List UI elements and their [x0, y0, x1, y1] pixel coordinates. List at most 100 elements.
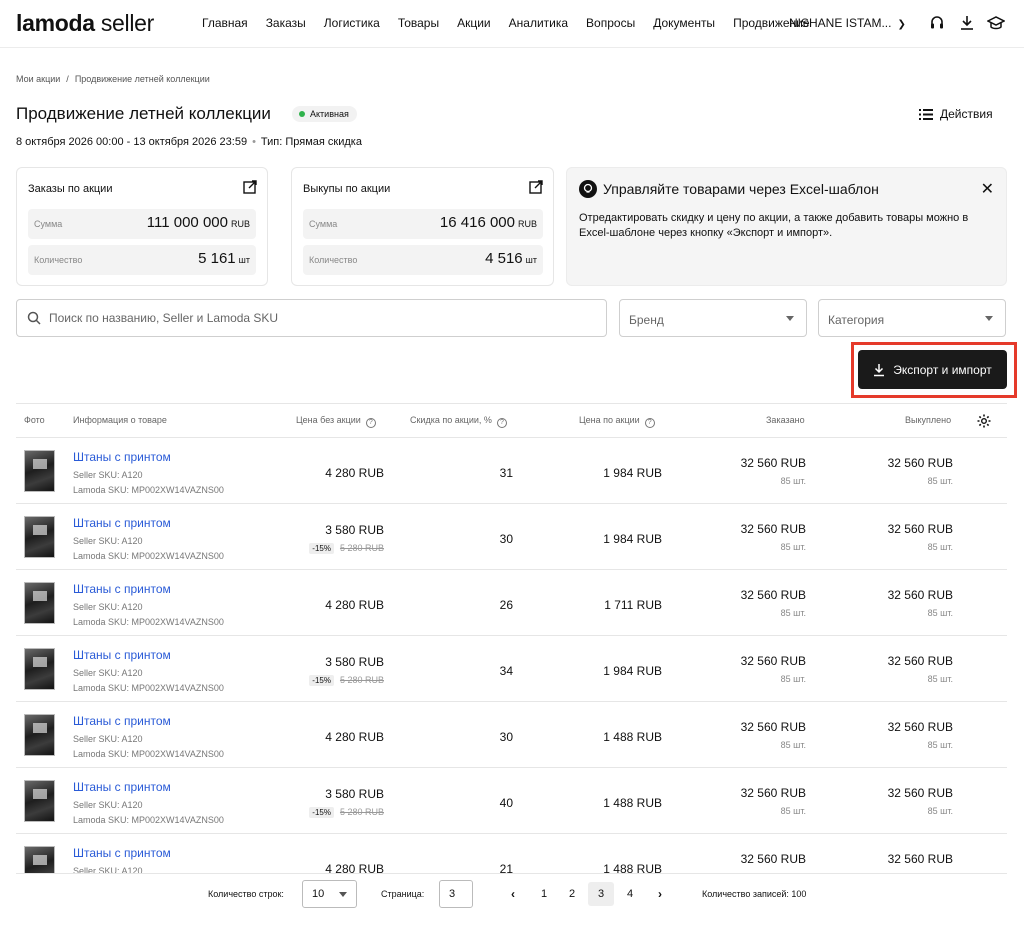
- product-photo[interactable]: [24, 582, 55, 624]
- ordered-sum: 32 560 RUB: [740, 456, 806, 470]
- brand-select[interactable]: Бренд: [619, 299, 807, 337]
- export-import-button[interactable]: Экспорт и импорт: [858, 350, 1007, 389]
- orders-qty-value: 5 161: [198, 250, 236, 267]
- table-row: Штаны с принтом Seller SKU: A120 4 280 RUB…: [16, 834, 1007, 873]
- list-icon: [919, 108, 933, 120]
- buyouts-qty: Количество 4 516 шт: [303, 245, 543, 275]
- help-icon[interactable]: ?: [644, 418, 655, 428]
- seller-sku: Seller SKU: A120: [73, 536, 143, 546]
- products-table: Фото Информация о товаре Цена без акции?…: [16, 403, 1007, 873]
- nav-item-promotions[interactable]: Акции: [457, 16, 491, 30]
- seller-sku: Seller SKU: A120: [73, 602, 143, 612]
- lamoda-sku: Lamoda SKU: MP002XW14VAZNS00: [73, 815, 224, 825]
- col-discount[interactable]: Скидка по акции, %?: [410, 415, 507, 428]
- product-name-link[interactable]: Штаны с принтом: [73, 450, 171, 464]
- nav-item-analytics[interactable]: Аналитика: [509, 16, 568, 30]
- next-page-icon[interactable]: ›: [650, 882, 670, 906]
- col-price-base[interactable]: Цена без акции?: [296, 415, 376, 428]
- status-badge: Активная: [292, 106, 357, 122]
- promo-period: 8 октября 2026 00:00 - 13 октября 2026 2…: [16, 136, 248, 148]
- logo[interactable]: lamoda seller: [16, 10, 154, 37]
- external-link-icon[interactable]: [529, 180, 543, 194]
- help-icon[interactable]: ?: [365, 418, 376, 428]
- product-photo[interactable]: [24, 780, 55, 822]
- rows-per-page-label: Количество строк:: [208, 889, 284, 899]
- product-photo[interactable]: [24, 846, 55, 873]
- buyouts-card-title: Выкупы по акции: [303, 183, 391, 195]
- buyouts-qty-unit: шт: [525, 255, 537, 265]
- product-name-link[interactable]: Штаны с принтом: [73, 714, 171, 728]
- lamoda-sku: Lamoda SKU: MP002XW14VAZNS00: [73, 551, 224, 561]
- user-menu[interactable]: NISHANE ISTAM... ❯: [789, 16, 906, 30]
- nav-item-orders[interactable]: Заказы: [266, 16, 306, 30]
- ordered-sum: 32 560 RUB: [740, 654, 806, 668]
- product-name-link[interactable]: Штаны с принтом: [73, 780, 171, 794]
- download-icon: [874, 363, 885, 376]
- settings-gear-icon[interactable]: [976, 413, 992, 429]
- discount-percent: 30: [499, 730, 513, 744]
- price-base: 4 280 RUB: [325, 862, 384, 873]
- bought-sum: 32 560 RUB: [887, 786, 953, 800]
- discount-percent: 34: [499, 664, 513, 678]
- product-name-link[interactable]: Штаны с принтом: [73, 516, 171, 530]
- nav-item-products[interactable]: Товары: [398, 16, 439, 30]
- promo-price: 1 984 RUB: [603, 466, 662, 480]
- page-1[interactable]: 1: [531, 882, 557, 906]
- page-3[interactable]: 3: [588, 882, 614, 906]
- breadcrumb: Мои акции / Продвижение летней коллекции: [16, 74, 210, 84]
- bought-qty: 85 шт.: [927, 674, 953, 684]
- dropdown-arrow-icon: [786, 316, 794, 321]
- breadcrumb-parent[interactable]: Мои акции: [16, 74, 60, 84]
- product-photo[interactable]: [24, 450, 55, 492]
- export-import-label: Экспорт и импорт: [893, 362, 992, 377]
- bought-qty: 85 шт.: [927, 542, 953, 552]
- bought-sum: 32 560 RUB: [887, 852, 953, 866]
- nav-item-logistics[interactable]: Логистика: [324, 16, 380, 30]
- ordered-sum: 32 560 RUB: [740, 720, 806, 734]
- col-price-promo[interactable]: Цена по акции?: [579, 415, 655, 428]
- col-photo: Фото: [24, 415, 45, 425]
- total-records: Количество записей: 100: [702, 889, 807, 899]
- nav-item-questions[interactable]: Вопросы: [586, 16, 635, 30]
- product-name-link[interactable]: Штаны с принтом: [73, 582, 171, 596]
- page-input[interactable]: 3: [439, 880, 473, 908]
- buyouts-sum-label: Сумма: [309, 219, 338, 229]
- product-name-link[interactable]: Штаны с принтом: [73, 846, 171, 860]
- seller-sku: Seller SKU: A120: [73, 470, 143, 480]
- bought-sum: 32 560 RUB: [887, 522, 953, 536]
- help-icon[interactable]: ?: [496, 418, 507, 428]
- product-photo[interactable]: [24, 648, 55, 690]
- ordered-sum: 32 560 RUB: [740, 786, 806, 800]
- headset-icon[interactable]: [927, 13, 947, 33]
- product-name-link[interactable]: Штаны с принтом: [73, 648, 171, 662]
- ordered-sum: 32 560 RUB: [740, 588, 806, 602]
- product-photo[interactable]: [24, 714, 55, 756]
- seller-sku: Seller SKU: A120: [73, 866, 143, 873]
- table-row: Штаны с принтом Seller SKU: A120 Lamoda SK…: [16, 438, 1007, 504]
- orders-card-title: Заказы по акции: [28, 183, 113, 195]
- nav-item-home[interactable]: Главная: [202, 16, 248, 30]
- graduation-cap-icon[interactable]: [986, 13, 1006, 33]
- orders-qty-label: Количество: [34, 255, 83, 265]
- download-icon[interactable]: [957, 13, 977, 33]
- external-link-icon[interactable]: [243, 180, 257, 194]
- chevron-down-icon: ❯: [897, 19, 906, 30]
- product-photo[interactable]: [24, 516, 55, 558]
- nav-item-documents[interactable]: Документы: [653, 16, 715, 30]
- page-4[interactable]: 4: [617, 882, 643, 906]
- bought-qty: 85 шт.: [927, 806, 953, 816]
- bought-qty: 85 шт.: [927, 608, 953, 618]
- buyouts-qty-value: 4 516: [485, 250, 523, 267]
- close-icon[interactable]: ✕: [981, 179, 994, 199]
- category-select[interactable]: Категория: [818, 299, 1006, 337]
- bought-sum: 32 560 RUB: [887, 588, 953, 602]
- search-input[interactable]: [49, 308, 589, 328]
- actions-button[interactable]: Действия: [919, 107, 993, 121]
- orders-sum-value: 111 000 000: [146, 214, 228, 231]
- discount-percent: 31: [499, 466, 513, 480]
- prev-page-icon[interactable]: ‹: [503, 882, 523, 906]
- rows-per-page-select[interactable]: 10: [302, 880, 357, 908]
- page-2[interactable]: 2: [559, 882, 585, 906]
- breadcrumb-current: Продвижение летней коллекции: [74, 74, 210, 84]
- col-price-promo-label: Цена по акции: [579, 415, 640, 425]
